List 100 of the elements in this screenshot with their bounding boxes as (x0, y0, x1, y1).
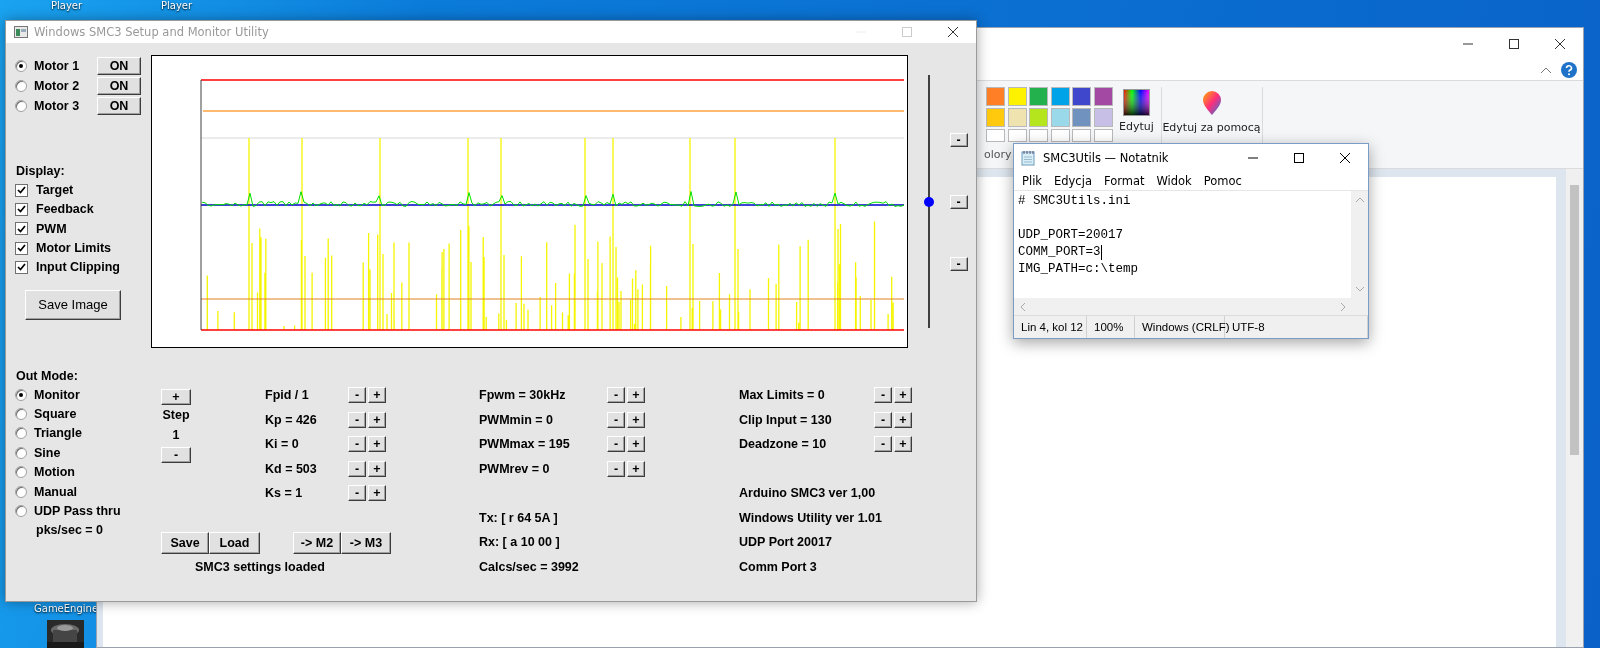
decrease-button[interactable]: - (874, 387, 892, 404)
color-swatch[interactable] (986, 87, 1005, 106)
scroll-bar[interactable] (1014, 298, 1368, 315)
motor-on-button[interactable]: ON (97, 77, 141, 95)
decrease-button[interactable]: - (348, 387, 366, 404)
motor-on-button[interactable]: ON (97, 57, 141, 75)
save-image-button[interactable]: Save Image (25, 290, 121, 320)
text-line: UDP_PORT=20017 (1018, 227, 1124, 244)
file-button[interactable]: Load (209, 532, 260, 554)
zoom-button[interactable]: - (949, 195, 968, 209)
zoom-button[interactable]: - (949, 257, 968, 271)
increase-button[interactable]: + (894, 436, 912, 453)
color-swatch[interactable] (1029, 87, 1048, 106)
decrease-button[interactable]: - (607, 387, 625, 404)
step-label: Step (162, 407, 190, 424)
display-checkbox[interactable] (15, 183, 28, 197)
motor-radio[interactable] (15, 100, 27, 112)
menu-item[interactable]: Format (1103, 173, 1145, 188)
close-icon[interactable] (1340, 152, 1350, 163)
menu-item[interactable]: Widok (1156, 173, 1192, 188)
increase-button[interactable]: + (368, 485, 386, 502)
window-title: SMC3Utils — Notatnik (1043, 150, 1169, 165)
scroll-up-icon[interactable] (1355, 197, 1364, 202)
info-text: UDP Port 20017 (739, 535, 832, 550)
motor-radio[interactable] (15, 80, 27, 92)
color-swatch[interactable] (1007, 129, 1027, 142)
color-swatch[interactable] (1007, 108, 1027, 127)
minimize-icon[interactable] (1248, 156, 1258, 159)
color-spectrum-icon[interactable] (1123, 89, 1150, 116)
color-swatch[interactable] (1093, 108, 1113, 127)
color-swatch[interactable] (1029, 108, 1048, 127)
scroll-right-icon[interactable] (1341, 302, 1346, 311)
color-swatch[interactable] (986, 108, 1005, 127)
step-value: 1 (172, 427, 180, 444)
increase-button[interactable]: + (368, 436, 386, 453)
mode-radio[interactable] (15, 466, 27, 479)
maximize-icon[interactable] (1509, 38, 1519, 49)
scroll-left-icon[interactable] (1020, 302, 1025, 311)
increase-button[interactable]: + (627, 436, 645, 453)
color-swatch[interactable] (1072, 129, 1091, 142)
color-swatch[interactable] (1050, 87, 1070, 106)
color-swatch[interactable] (1050, 129, 1070, 142)
scroll-bar[interactable] (1351, 191, 1368, 298)
decrease-button[interactable]: - (348, 485, 366, 502)
mode-radio[interactable] (15, 485, 27, 498)
color-swatch[interactable] (1050, 108, 1070, 127)
decrease-button[interactable]: - (607, 460, 625, 477)
decrease-button[interactable]: - (348, 436, 366, 453)
scroll-bar[interactable] (1566, 169, 1583, 647)
increase-button[interactable]: + (894, 411, 912, 428)
mode-label: Triangle (34, 426, 82, 441)
increase-button[interactable]: + (627, 387, 645, 404)
menu-item[interactable]: Plik (1022, 173, 1042, 188)
color-swatch[interactable] (1072, 87, 1091, 106)
increase-button[interactable]: + (627, 411, 645, 428)
copy-button[interactable]: -> M2 (293, 532, 341, 554)
display-checkbox[interactable] (15, 222, 28, 236)
minimize-icon[interactable] (1463, 42, 1473, 45)
close-icon[interactable] (948, 27, 958, 37)
decrease-button[interactable]: - (348, 411, 366, 428)
increase-button[interactable]: + (368, 460, 386, 477)
motor-radio[interactable] (15, 60, 27, 72)
increase-button[interactable]: + (894, 387, 912, 404)
display-checkbox[interactable] (15, 202, 28, 216)
mode-label: Motion (34, 465, 75, 480)
decrease-button[interactable]: - (874, 411, 892, 428)
motor-on-button[interactable]: ON (97, 97, 141, 115)
close-icon[interactable] (1555, 38, 1565, 49)
scroll-down-icon[interactable] (1355, 287, 1364, 292)
increase-button[interactable]: + (627, 460, 645, 477)
help-icon[interactable] (1561, 61, 1577, 78)
copy-button[interactable]: -> M3 (341, 532, 391, 554)
increase-button[interactable]: + (368, 387, 386, 404)
color-swatch[interactable] (986, 129, 1005, 142)
file-button[interactable]: Save (161, 532, 209, 554)
color-swatch[interactable] (1072, 108, 1091, 127)
color-swatch[interactable] (1093, 87, 1113, 106)
display-checkbox[interactable] (15, 241, 28, 255)
step-increase-button[interactable]: + (161, 389, 191, 405)
menu-item[interactable]: Edycja (1054, 173, 1092, 188)
decrease-button[interactable]: - (607, 436, 625, 453)
slider-thumb[interactable] (923, 196, 934, 207)
collapse-ribbon-icon[interactable] (1541, 66, 1551, 73)
zoom-button[interactable]: - (949, 133, 968, 147)
color-swatch[interactable] (1029, 129, 1048, 142)
maximize-icon[interactable] (1294, 152, 1304, 163)
mode-radio[interactable] (15, 408, 27, 421)
color-swatch[interactable] (1093, 129, 1113, 142)
mode-radio[interactable] (15, 427, 27, 440)
decrease-button[interactable]: - (348, 460, 366, 477)
increase-button[interactable]: + (368, 411, 386, 428)
edit-colors-label: Edytuj (1119, 120, 1154, 133)
menu-item[interactable]: Pomoc (1203, 173, 1242, 188)
mode-radio[interactable] (15, 505, 27, 518)
step-decrease-button[interactable]: - (161, 447, 191, 463)
decrease-button[interactable]: - (874, 436, 892, 453)
decrease-button[interactable]: - (607, 411, 625, 428)
display-checkbox[interactable] (15, 260, 28, 274)
color-swatch[interactable] (1007, 87, 1027, 106)
text-editor[interactable]: # SMC3Utils.ini UDP_PORT=20017 COMM_PORT=3 IMG_PATH=c:\temp (1014, 191, 1351, 298)
